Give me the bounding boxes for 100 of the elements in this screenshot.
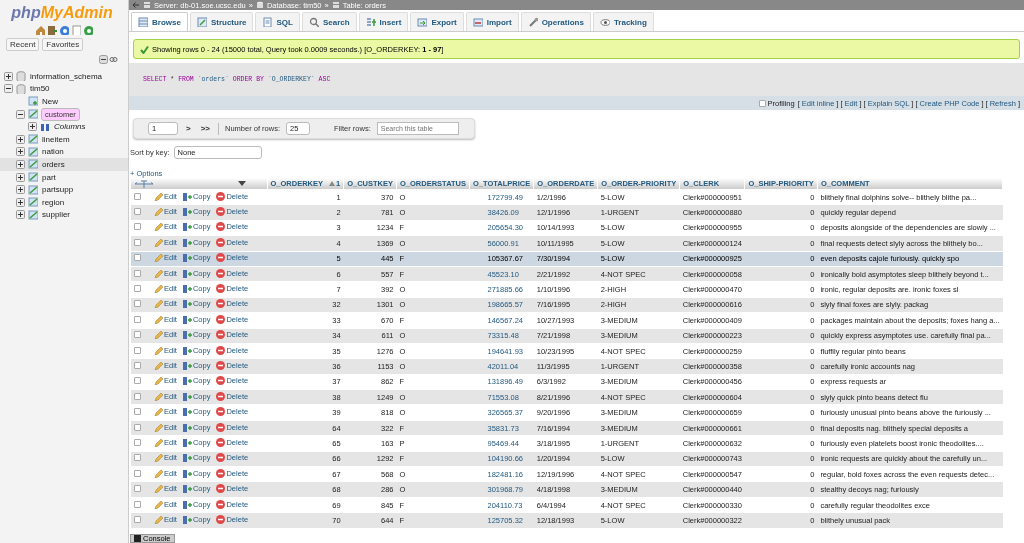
browse-icon [138,17,148,27]
row-checkbox[interactable] [134,362,141,369]
row-checkbox[interactable] [134,331,141,339]
delete-icon [216,407,226,417]
tree-item[interactable]: nation [41,147,65,157]
row-checkbox[interactable] [134,515,141,523]
expand-icon[interactable] [16,185,25,195]
row-checkbox[interactable] [134,423,141,431]
tree-item[interactable]: part [41,172,57,182]
copy-icon [182,422,192,432]
tab[interactable]: Import [465,12,519,31]
copy-icon [182,376,192,386]
copy-icon [182,284,192,294]
copy-icon [182,391,192,401]
table-icon [28,197,38,208]
row-checkbox[interactable] [134,254,141,262]
tree-item[interactable]: Columns [53,122,87,132]
search-icon [308,17,319,27]
row-checkbox[interactable] [134,438,141,446]
copy-icon [182,237,192,247]
sidebar-tab[interactable]: Recent [6,38,40,51]
table-icon [28,134,38,145]
sql-icon [262,17,273,27]
row-checkbox[interactable] [134,300,141,308]
row-checkbox[interactable] [134,346,141,354]
tab[interactable]: Tracking [592,12,654,31]
sidebar-tab[interactable]: Favorites [42,38,84,51]
row-checkbox[interactable] [134,315,141,323]
row-checkbox[interactable] [134,377,141,385]
tree-item[interactable]: tim50 [29,84,51,94]
collapse-all-icon [99,55,108,64]
copy-icon [182,345,192,355]
reload-icon[interactable] [83,25,93,35]
logo[interactable]: phpMyAdmin [6,2,122,24]
row-checkbox[interactable] [134,408,141,416]
row-checkbox[interactable] [134,500,141,508]
expand-icon[interactable] [16,172,25,182]
document-icon[interactable] [71,25,81,35]
tab[interactable]: SQL [255,12,300,31]
link-icon [109,55,118,64]
row-checkbox[interactable] [134,469,141,477]
row-checkbox[interactable] [134,223,141,231]
tab[interactable]: Search [301,12,357,31]
row-checkbox[interactable] [134,392,141,400]
home-icon[interactable] [35,25,45,35]
tab[interactable]: Insert [358,12,409,31]
copy-icon [182,268,192,278]
copy-icon [182,407,192,417]
expand-icon[interactable] [16,210,25,220]
row-checkbox[interactable] [134,269,141,277]
delete-icon [216,468,226,478]
expand-icon[interactable] [16,159,25,169]
tree-item[interactable]: region [41,197,66,207]
copy-icon [182,361,192,370]
server-icon [143,1,151,9]
table-icon [28,209,38,220]
tab[interactable]: Structure [189,12,254,31]
delete-icon [216,345,226,355]
database-icon [255,1,264,9]
wrench-icon [527,17,538,27]
table-icon [28,184,38,195]
copy-icon [182,314,192,324]
delete-icon [216,284,226,294]
delete-icon [216,361,226,370]
row-checkbox[interactable] [134,208,141,216]
profiling-checkbox[interactable] [758,99,766,107]
import-icon [472,17,483,27]
copy-icon [182,222,192,232]
help-icon[interactable] [59,25,69,35]
tree-item[interactable]: supplier [41,210,71,220]
delete-icon [216,191,226,201]
tab[interactable]: Export [410,12,464,31]
next-page-button[interactable]: > [184,124,193,133]
copy-icon [182,514,192,524]
copy-icon [182,453,192,463]
exit-icon[interactable] [47,25,57,35]
expand-icon[interactable] [16,134,25,144]
row-checkbox[interactable] [134,485,141,493]
tree-item[interactable]: partsupp [41,185,75,195]
tree-item[interactable]: lineitem [41,134,71,144]
row-checkbox[interactable] [134,454,141,462]
expand-icon[interactable] [28,122,37,132]
collapse-icon[interactable] [4,84,13,94]
row-checkbox[interactable] [134,285,141,293]
tab[interactable]: Operations [520,12,591,31]
expand-icon[interactable] [16,147,25,157]
expand-icon[interactable] [4,71,13,81]
table-icon [28,109,38,120]
columns-icon [40,121,50,132]
tree-item[interactable]: orders [41,159,66,169]
expand-icon[interactable] [16,197,25,207]
tree-item[interactable]: information_schema [29,71,104,81]
tree-item[interactable]: New [41,97,59,106]
collapse-icon[interactable] [16,109,25,119]
back-arrow-icon [132,1,140,9]
last-page-button[interactable]: >> [198,124,212,133]
row-checkbox[interactable] [134,192,141,200]
copy-icon [182,499,192,509]
tab[interactable]: Browse [131,12,188,31]
row-checkbox[interactable] [134,238,141,246]
